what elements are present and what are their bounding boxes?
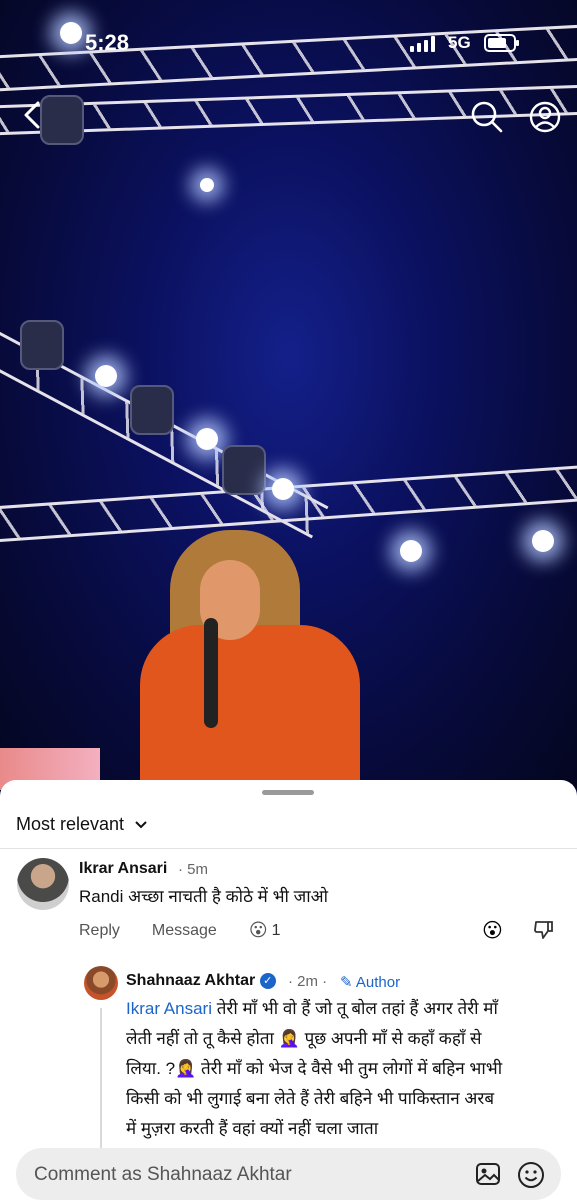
reply-text-line: लिया. ?🤦‍♀️ तेरी माँ को भेज दे वैसे भी त… — [126, 1059, 503, 1078]
comment-text: Randi अच्छा नाचती है कोठे में भी जाओ — [79, 887, 329, 906]
reply-time: · 2m · — [288, 973, 328, 990]
battery-icon — [484, 34, 519, 52]
stage-light — [272, 478, 294, 500]
comment-time: · 5m — [178, 861, 209, 878]
status-bar: 5:28 5G — [0, 0, 577, 90]
stage-light — [222, 445, 266, 495]
image-icon[interactable] — [474, 1160, 502, 1188]
search-icon[interactable] — [470, 100, 504, 134]
reply-text-line: में मुज़रा करती हैं वहां क्यों नहीं चला … — [126, 1119, 379, 1138]
react-button[interactable]: 😮 — [482, 918, 503, 943]
stage-light — [95, 365, 117, 387]
network-type: 5G — [448, 33, 471, 52]
avatar[interactable] — [84, 966, 118, 1000]
reaction-count: 1 — [271, 921, 281, 939]
divider — [0, 848, 577, 849]
reaction-emoji[interactable]: 😮 — [249, 920, 268, 941]
stage-light — [532, 530, 554, 552]
stage-light — [196, 428, 218, 450]
pencil-icon: ✎ — [340, 974, 353, 991]
stage-light — [400, 540, 422, 562]
emoji-icon[interactable] — [516, 1160, 546, 1190]
comment-composer — [16, 1148, 561, 1200]
reply-text-line: किसी को भी लुगाई बना लेते हैं तेरी बहिने… — [126, 1089, 495, 1108]
thread-line — [100, 1008, 102, 1148]
avatar[interactable] — [17, 858, 69, 910]
comment-actions: Reply Message 😮 1 — [79, 920, 281, 941]
message-button[interactable]: Message — [152, 922, 217, 940]
verified-icon: ✓ — [259, 972, 276, 989]
dislike-icon[interactable] — [532, 918, 556, 942]
performer — [120, 530, 370, 790]
chevron-down-icon — [134, 817, 148, 833]
comment-author[interactable]: Ikrar Ansari — [79, 860, 167, 878]
reply-text-line: Ikrar Ansari तेरी माँ भी वो हैं जो तू बो… — [126, 999, 498, 1018]
comment-input[interactable] — [32, 1156, 466, 1194]
signal-icon — [410, 36, 435, 52]
profile-icon[interactable] — [528, 100, 562, 134]
mention-link[interactable]: Ikrar Ansari — [126, 999, 212, 1018]
author-badge: ✎ Author — [340, 974, 401, 991]
reply-button[interactable]: Reply — [79, 922, 120, 940]
stage-light — [20, 320, 64, 370]
drag-handle[interactable] — [262, 790, 314, 795]
back-icon[interactable] — [18, 98, 48, 132]
sort-label: Most relevant — [16, 814, 125, 834]
reply-author[interactable]: Shahnaaz Akhtar ✓ — [126, 972, 276, 990]
comments-sheet: Most relevant Ikrar Ansari · 5m Randi अच… — [0, 780, 577, 1200]
sort-dropdown[interactable]: Most relevant — [16, 814, 148, 835]
stage-light — [200, 178, 214, 192]
stage-light — [130, 385, 174, 435]
reply-text-line: लेती नहीं तो तू कैसे होता 🤦‍♀️ पूछ अपनी … — [126, 1029, 482, 1048]
status-time: 5:28 — [85, 30, 130, 55]
